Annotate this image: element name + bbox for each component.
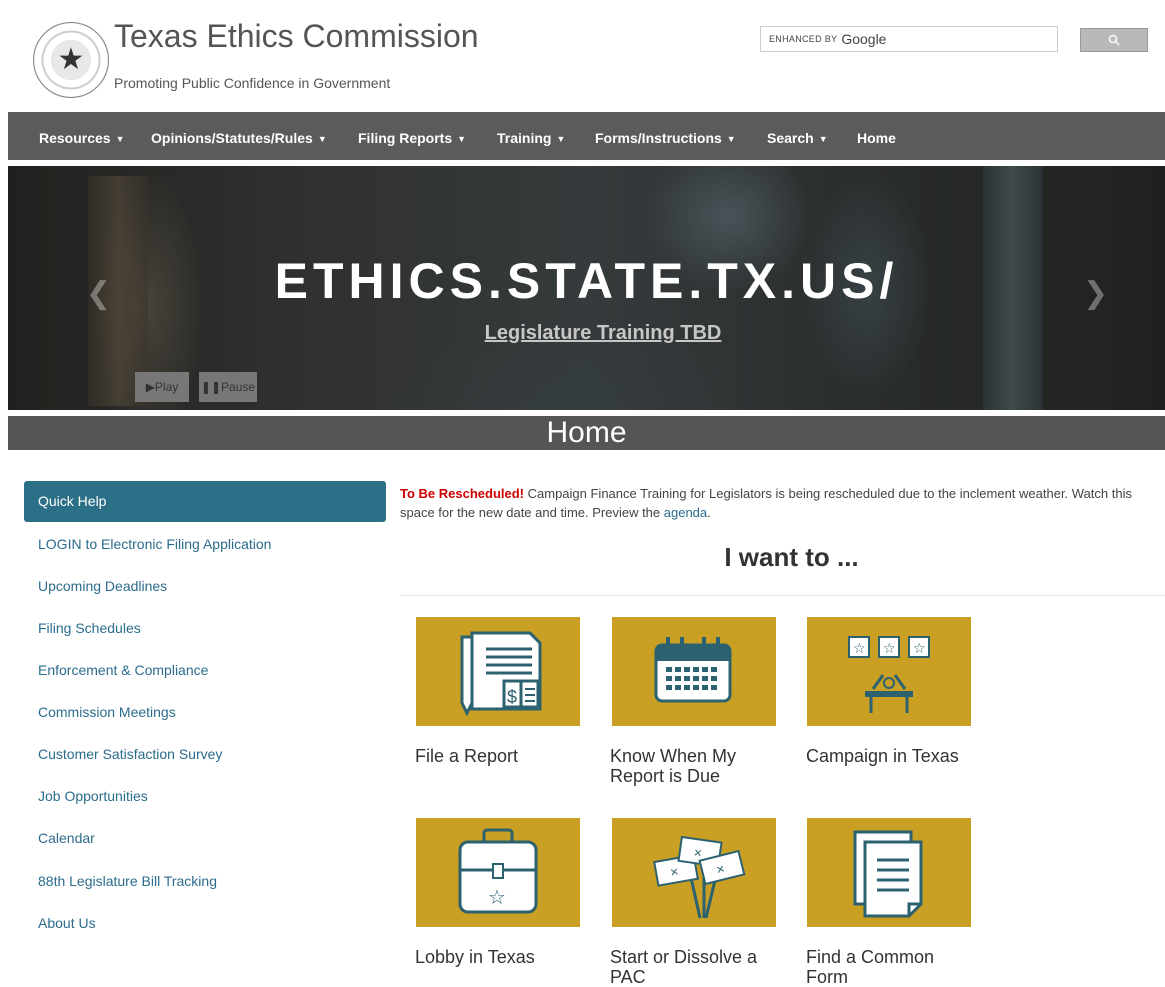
tile-find-common-form[interactable] [807,818,971,927]
i-want-to-heading: I want to ... [724,542,859,572]
nav-home[interactable]: Home [857,112,896,160]
tile-file-a-report[interactable]: $ [416,617,580,726]
nav-training[interactable]: Training ▼ [497,112,565,160]
caret-down-icon: ▼ [556,134,566,144]
notice-end: . [707,505,711,520]
sidebar-item-satisfaction-survey[interactable]: Customer Satisfaction Survey [38,746,222,762]
podium-banner-icon: ☆ ☆ ☆ [848,636,930,713]
search-button[interactable] [1080,28,1148,52]
caret-down-icon: ▼ [457,134,467,144]
tile-label[interactable]: Lobby in Texas [415,947,585,967]
carousel-play-button[interactable]: ▶Play [135,372,189,402]
forms-icon [853,830,923,918]
hero-caption-link[interactable]: Legislature Training TBD [8,322,1165,345]
page-title: Home [8,416,1165,450]
texas-seal-logo[interactable]: ★ [33,22,109,98]
quick-help-heading[interactable]: Quick Help [24,481,386,522]
nav-forms-instructions[interactable]: Forms/Instructions ▼ [595,112,736,160]
tile-label[interactable]: Start or Dissolve a PAC [610,947,780,987]
tile-lobby-in-texas[interactable]: ☆ [416,818,580,927]
enhanced-by-label: ENHANCED BY [769,34,838,44]
report-document-icon: $ [460,631,542,717]
tile-campaign-in-texas[interactable]: ☆ ☆ ☆ [807,617,971,726]
sidebar-item-upcoming-deadlines[interactable]: Upcoming Deadlines [38,578,167,594]
tile-label[interactable]: File a Report [415,746,585,766]
google-brand-label: Google [841,31,887,47]
tile-start-or-dissolve-pac[interactable]: × × × [612,818,776,927]
picket-signs-icon: × × × [653,835,746,919]
caret-down-icon: ▼ [317,134,327,144]
site-title[interactable]: Texas Ethics Commission [114,18,479,55]
search-icon [1108,34,1120,46]
caret-down-icon: ▼ [818,134,828,144]
caret-down-icon: ▼ [115,134,125,144]
notice-message: To Be Rescheduled! Campaign Finance Trai… [400,484,1165,522]
calendar-icon [654,637,732,703]
caret-down-icon: ▼ [726,134,736,144]
nav-filing-reports[interactable]: Filing Reports ▼ [358,112,466,160]
svg-text:☆: ☆ [488,887,506,909]
sidebar-item-enforcement[interactable]: Enforcement & Compliance [38,662,208,678]
main-nav: Resources ▼ Opinions/Statutes/Rules ▼ Fili… [8,112,1165,160]
sidebar-item-bill-tracking[interactable]: 88th Legislature Bill Tracking [38,873,217,889]
tile-label[interactable]: Know When My Report is Due [610,746,780,786]
sidebar-item-job-opportunities[interactable]: Job Opportunities [38,788,148,804]
sidebar-item-login[interactable]: LOGIN to Electronic Filing Application [38,536,271,552]
sidebar-item-filing-schedules[interactable]: Filing Schedules [38,620,141,636]
tile-label[interactable]: Campaign in Texas [806,746,976,766]
sidebar-item-calendar[interactable]: Calendar [38,830,95,846]
carousel-pause-button[interactable]: ❚❚Pause [199,372,257,402]
svg-text:☆: ☆ [853,640,866,656]
svg-text:☆: ☆ [913,640,926,656]
nav-opinions-statutes-rules[interactable]: Opinions/Statutes/Rules ▼ [151,112,327,160]
site-tagline: Promoting Public Confidence in Governmen… [114,75,391,91]
sidebar-item-about-us[interactable]: About Us [38,915,96,931]
agenda-link[interactable]: agenda [664,505,707,520]
search-input[interactable]: ENHANCED BY Google [760,26,1058,52]
tile-know-when-report-due[interactable] [612,617,776,726]
svg-text:$: $ [507,687,517,707]
tile-label[interactable]: Find a Common Form [806,947,976,987]
hero-carousel: ❮ ❯ ETHICS.STATE.TX.US/ Legislature Trai… [8,166,1165,410]
hero-url-text: ETHICS.STATE.TX.US/ [274,253,899,309]
nav-search[interactable]: Search ▼ [767,112,828,160]
svg-text:☆: ☆ [883,640,896,656]
sidebar-item-commission-meetings[interactable]: Commission Meetings [38,704,176,720]
notice-alert: To Be Rescheduled! [400,486,525,501]
briefcase-icon: ☆ [458,828,538,914]
nav-resources[interactable]: Resources ▼ [39,112,125,160]
divider [400,595,1165,596]
